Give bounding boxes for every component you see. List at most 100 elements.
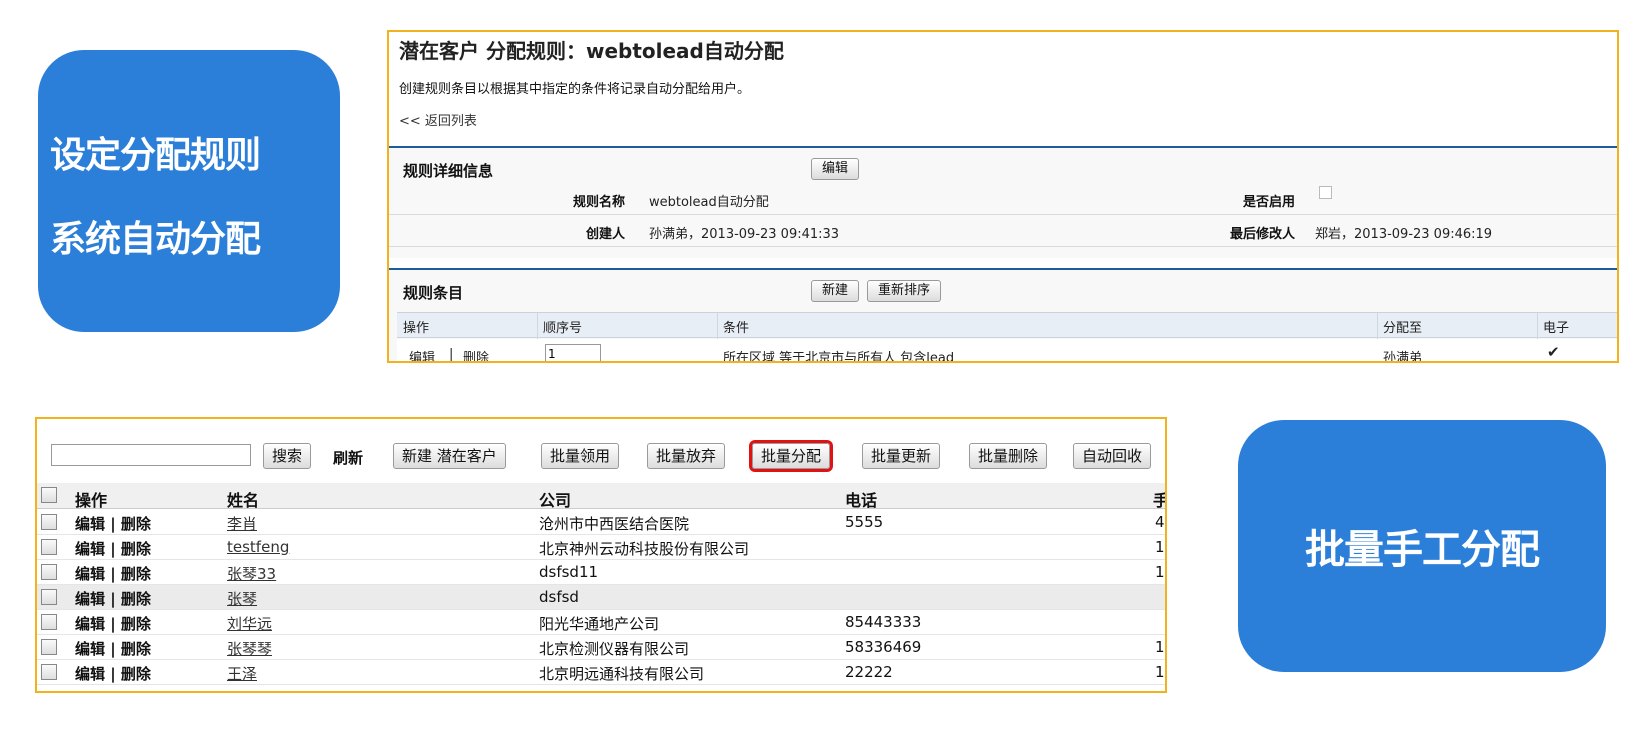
table-row: 编辑 | 删除 刘华远 阳光华通地产公司 85443333 — [37, 610, 1165, 635]
table-row: 编辑 | 删除 王泽 北京明远通科技有限公司 22222 1 — [37, 660, 1165, 685]
batch-delete-button[interactable]: 批量删除 — [969, 443, 1048, 469]
section-title-rule-detail: 规则详细信息 — [403, 162, 494, 180]
column-header-order: 顺序号 — [543, 321, 583, 336]
table-row: 编辑 | 删除 testfeng 北京神州云动科技股份有限公司 1 — [37, 535, 1165, 560]
new-rule-item-button[interactable]: 新建 — [811, 280, 860, 302]
lead-mobile: 1 — [1155, 538, 1165, 556]
column-header-assign-to: 分配至 — [1383, 321, 1423, 336]
active-label: 是否启用 — [1242, 195, 1295, 210]
lead-company: 北京神州云动科技股份有限公司 — [539, 540, 750, 558]
lead-phone: 58336469 — [845, 638, 922, 656]
lead-phone: 5555 — [845, 513, 884, 531]
lead-list-panel: 搜索 刷新 新建 潜在客户 批量领用 批量放弃 批量分配 批量更新 批量删除 自… — [35, 417, 1167, 693]
page-description: 创建规则条目以根据其中指定的条件将记录自动分配给用户。 — [399, 82, 751, 97]
new-lead-button[interactable]: 新建 潜在客户 — [393, 443, 506, 469]
lead-phone: 22222 — [845, 663, 893, 681]
row-checkbox[interactable] — [41, 539, 57, 555]
table-row: 编辑 | 删除 张琴 dsfsd — [37, 585, 1165, 610]
edit-rule-button[interactable]: 编辑 — [811, 158, 860, 180]
checkmark-icon: ✔ — [1547, 343, 1560, 361]
column-header-name: 姓名 — [227, 491, 260, 510]
select-all-checkbox[interactable] — [41, 487, 57, 503]
lead-company: dsfsd11 — [539, 563, 599, 581]
batch-claim-button[interactable]: 批量领用 — [541, 443, 620, 469]
lead-name-link[interactable]: 李肖 — [227, 513, 257, 534]
lead-name-link[interactable]: testfeng — [227, 538, 289, 556]
lead-company: dsfsd — [539, 588, 579, 606]
lead-mobile: 1 — [1155, 663, 1165, 681]
batch-update-button[interactable]: 批量更新 — [862, 443, 941, 469]
modified-by-label: 最后修改人 — [1229, 227, 1295, 242]
rule-items-table-header: 操作 顺序号 条件 分配至 电子 — [397, 312, 1617, 339]
row-actions[interactable]: 编辑 | 删除 — [75, 563, 151, 584]
lead-name-link[interactable]: 王泽 — [227, 663, 257, 684]
order-number-input[interactable] — [545, 344, 601, 361]
column-header-action: 操作 — [75, 491, 108, 510]
lead-name-link[interactable]: 张琴琴 — [227, 638, 272, 659]
active-checkbox — [1319, 186, 1332, 199]
section-title-rule-items: 规则条目 — [403, 284, 464, 302]
feature-card-manual-assign: 批量手工分配 — [1238, 420, 1606, 672]
row-checkbox[interactable] — [41, 589, 57, 605]
column-header-action: 操作 — [403, 321, 430, 336]
rule-item-delete-link[interactable]: 删除 — [463, 347, 489, 361]
created-by-value: 孙满弟，2013-09-23 09:41:33 — [649, 227, 840, 242]
row-checkbox[interactable] — [41, 639, 57, 655]
table-row: 编辑 | 删除 张琴琴 北京检测仪器有限公司 58336469 1 — [37, 635, 1165, 660]
row-checkbox[interactable] — [41, 664, 57, 680]
lead-name-link[interactable]: 张琴 — [227, 588, 257, 609]
row-actions[interactable]: 编辑 | 删除 — [75, 638, 151, 659]
reorder-button[interactable]: 重新排序 — [867, 280, 942, 302]
rule-item-row: 编辑 | 删除 所在区域 等于北京市与所有人 包含lead 孙满弟 ✔ — [397, 339, 1617, 363]
refresh-link[interactable]: 刷新 — [333, 447, 363, 468]
created-by-label: 创建人 — [585, 227, 625, 242]
assignment-rule-panel: 潜在客户 分配规则：webtolead自动分配 创建规则条目以根据其中指定的条件… — [387, 30, 1619, 363]
row-checkbox[interactable] — [41, 514, 57, 530]
row-checkbox[interactable] — [41, 564, 57, 580]
row-checkbox[interactable] — [41, 614, 57, 630]
card-line-auto-assign: 系统自动分配 — [50, 219, 261, 260]
rule-name-value: webtolead自动分配 — [649, 195, 769, 210]
rule-item-separator: | — [449, 347, 454, 362]
table-row: 编辑 | 删除 张琴33 dsfsd11 1 — [37, 560, 1165, 585]
lead-company: 阳光华通地产公司 — [539, 615, 660, 633]
column-header-phone: 电话 — [845, 491, 878, 510]
back-to-list-link[interactable]: << 返回列表 — [399, 110, 477, 129]
rule-item-condition: 所在区域 等于北京市与所有人 包含lead — [723, 351, 955, 363]
batch-assign-button[interactable]: 批量分配 — [752, 443, 831, 469]
lead-mobile: 1 — [1155, 563, 1165, 581]
row-actions[interactable]: 编辑 | 删除 — [75, 663, 151, 684]
rule-items-section: 规则条目 新建 重新排序 操作 顺序号 条件 分配至 电子 编辑 | 删除 所在… — [389, 268, 1617, 363]
table-row: 编辑 | 删除 李肖 沧州市中西医结合医院 5555 4 — [37, 510, 1165, 535]
rule-detail-section: 规则详细信息 编辑 规则名称 webtolead自动分配 是否启用 创建人 孙满… — [389, 146, 1617, 258]
page-title: 潜在客户 分配规则：webtolead自动分配 — [399, 39, 784, 63]
batch-abandon-button[interactable]: 批量放弃 — [647, 443, 726, 469]
card-line-manual-assign: 批量手工分配 — [1305, 527, 1540, 573]
rule-item-edit-link[interactable]: 编辑 — [409, 347, 435, 361]
rule-item-assign-to: 孙满弟 — [1383, 351, 1423, 363]
lead-company: 北京明远通科技有限公司 — [539, 665, 705, 683]
lead-mobile: 4 — [1155, 513, 1165, 531]
feature-card-auto-assign: 设定分配规则 系统自动分配 — [38, 50, 340, 332]
column-header-mobile: 手 — [1153, 487, 1165, 511]
row-actions[interactable]: 编辑 | 删除 — [75, 538, 151, 559]
auto-recycle-button[interactable]: 自动回收 — [1073, 443, 1152, 469]
search-input[interactable] — [51, 444, 251, 466]
lead-mobile: 1 — [1155, 638, 1165, 656]
row-actions[interactable]: 编辑 | 删除 — [75, 588, 151, 609]
lead-name-link[interactable]: 张琴33 — [227, 563, 276, 584]
column-header-condition: 条件 — [723, 321, 750, 336]
row-actions[interactable]: 编辑 | 删除 — [75, 613, 151, 634]
rule-name-label: 规则名称 — [572, 195, 625, 210]
column-header-company: 公司 — [539, 491, 572, 510]
lead-company: 北京检测仪器有限公司 — [539, 640, 690, 658]
search-button[interactable]: 搜索 — [263, 443, 312, 469]
card-line-set-rules: 设定分配规则 — [50, 135, 261, 176]
row-actions[interactable]: 编辑 | 删除 — [75, 513, 151, 534]
lead-name-link[interactable]: 刘华远 — [227, 613, 272, 634]
lead-phone: 85443333 — [845, 613, 922, 631]
column-header-email: 电子 — [1543, 321, 1570, 336]
lead-company: 沧州市中西医结合医院 — [539, 515, 690, 533]
modified-by-value: 郑岩，2013-09-23 09:46:19 — [1315, 227, 1493, 242]
lead-table-header: 操作 姓名 公司 电话 手 — [37, 483, 1165, 511]
